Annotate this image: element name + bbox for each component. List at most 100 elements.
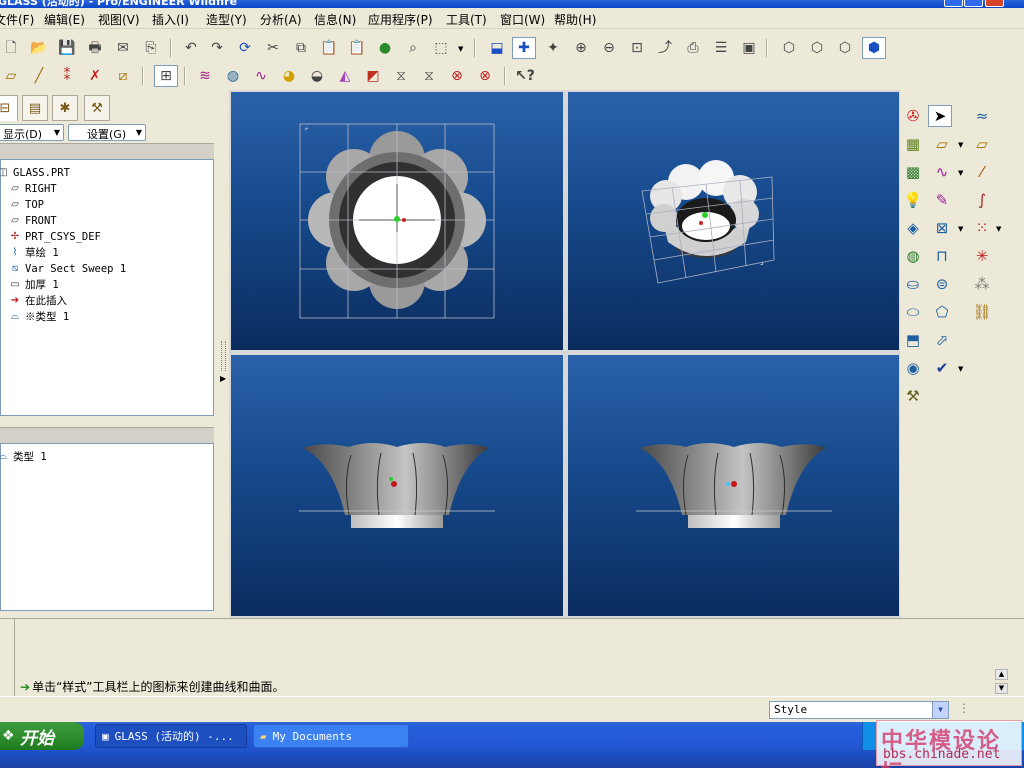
scroll-down-button[interactable]: ▼ — [995, 683, 1008, 694]
panel-splitter[interactable]: ▶ — [219, 91, 229, 614]
draft-icon[interactable]: ◒ — [306, 66, 328, 86]
layers-icon[interactable]: ☰ — [710, 38, 732, 58]
save-icon[interactable]: 💾 — [56, 38, 78, 58]
minimize-button[interactable] — [944, 0, 963, 7]
viewport-front[interactable] — [231, 355, 563, 616]
tree-item-datum-front[interactable]: ▱ FRONT — [7, 213, 56, 228]
tree-item-datum-right[interactable]: ▱ RIGHT — [7, 181, 56, 196]
select-dropdown-icon[interactable]: ▼ — [458, 45, 463, 53]
delete-analysis-icon[interactable]: ⧖ — [418, 66, 440, 86]
menu-analysis[interactable]: 分析(A) — [260, 11, 302, 28]
new-file-icon[interactable]: 🗋 — [0, 38, 22, 58]
curve-from-surface-icon[interactable]: ⬒ — [901, 329, 925, 351]
tree-item-insert-here[interactable]: ➔ 在此插入 — [7, 293, 67, 308]
taskbar-item-my-documents[interactable]: ▰ My Documents — [253, 724, 409, 748]
tree-item-style-type[interactable]: ⌓ 类型 1 — [0, 449, 47, 464]
scroll-up-button[interactable]: ▲ — [995, 669, 1008, 680]
tab-connections[interactable]: ⚒ — [84, 95, 110, 121]
shell-icon[interactable]: ⬠ — [930, 301, 954, 323]
menu-help[interactable]: 帮助(H) — [554, 11, 596, 28]
style-tools-icon[interactable]: ≈ — [970, 105, 994, 127]
points-icon[interactable]: ⁙ — [970, 217, 994, 239]
tab-folder-browser[interactable]: ▤ — [22, 95, 48, 121]
chain-icon[interactable]: ⛓ — [970, 301, 994, 323]
datum-axis-toggle-icon[interactable]: ✚ — [512, 37, 536, 59]
reflection-icon[interactable]: ∿ — [250, 66, 272, 86]
open-icon[interactable]: 📂 — [28, 38, 50, 58]
viewport-top[interactable]: ⌜ — [231, 92, 563, 350]
internal-plane-icon[interactable]: ▱ — [930, 133, 954, 155]
no-hidden-icon[interactable]: ⬡ — [834, 38, 856, 58]
menu-info[interactable]: 信息(N) — [314, 11, 356, 28]
paste-icon[interactable]: 📋 — [318, 38, 340, 58]
display-menu-button[interactable]: 显示(D) ▼ — [0, 124, 64, 141]
copy-icon[interactable]: ⧉ — [290, 38, 312, 58]
menu-window[interactable]: 窗口(W) — [500, 11, 545, 28]
curve-dropdown-icon[interactable]: ∿ — [930, 161, 954, 183]
offset-points-icon[interactable]: ⁂ — [970, 273, 994, 295]
tree-item-thicken[interactable]: ▭ 加厚 1 — [7, 277, 58, 292]
maximize-button[interactable] — [964, 0, 983, 7]
ok-check-icon[interactable]: ✔ — [930, 357, 954, 379]
appearance-icon[interactable]: ✇ — [901, 105, 925, 127]
check-dropdown-icon[interactable]: ▼ — [958, 365, 963, 373]
deviation-icon[interactable]: ◩ — [362, 66, 384, 86]
zoom-in-icon[interactable]: ⊕ — [570, 38, 592, 58]
curvature-icon[interactable]: ≋ — [194, 66, 216, 86]
binoculars-icon[interactable]: ⌕ — [402, 38, 424, 58]
cut-icon[interactable]: ✂ — [262, 38, 284, 58]
chevron-down-icon[interactable]: ▼ — [932, 702, 948, 718]
loft-icon[interactable]: ⊜ — [930, 273, 954, 295]
style-csys-icon[interactable]: ✗ — [84, 66, 106, 86]
select-arrow-icon[interactable]: ➤ — [928, 105, 952, 127]
refit-icon[interactable]: ⬓ — [486, 38, 508, 58]
tab-model-tree[interactable]: ⊟ — [0, 95, 18, 121]
view-manager-icon[interactable]: ▣ — [738, 38, 760, 58]
split-icon[interactable]: ⬭ — [901, 301, 925, 323]
tree-item-datum-top[interactable]: ▱ TOP — [7, 197, 44, 212]
fit-icon[interactable]: ⊡ — [626, 38, 648, 58]
menu-view[interactable]: 视图(V) — [98, 11, 140, 28]
style-plane-icon[interactable]: ⧄ — [112, 66, 134, 86]
print-icon[interactable]: 🖶 — [84, 38, 106, 58]
regenerate-icon[interactable]: ⟳ — [234, 38, 256, 58]
style-sketch-icon[interactable]: ▱ — [0, 66, 22, 86]
chevron-right-icon[interactable]: ▶ — [220, 374, 226, 383]
hidden-line-icon[interactable]: ⬡ — [806, 38, 828, 58]
points-dropdown-icon[interactable]: ▼ — [996, 225, 1001, 233]
plane-dropdown-icon[interactable]: ▼ — [958, 141, 963, 149]
copy-curve-icon[interactable]: ⬀ — [930, 329, 954, 351]
undo-icon[interactable]: ↶ — [180, 38, 202, 58]
set-active-plane-icon[interactable]: ▦ — [901, 133, 925, 155]
measure-icon[interactable]: ⚒ — [901, 385, 925, 407]
cut-copy-icon[interactable]: ⎘ — [140, 38, 162, 58]
section-icon[interactable]: ◍ — [222, 66, 244, 86]
style-datum-icon[interactable]: ╱ — [28, 66, 50, 86]
remove-analysis-icon[interactable]: ⊗ — [474, 66, 496, 86]
boundary-surface-icon[interactable]: ⊓ — [930, 245, 954, 267]
reorient-icon[interactable]: ⤴ — [654, 38, 676, 58]
menu-edit[interactable]: 编辑(E) — [44, 11, 85, 28]
point-light-icon[interactable]: 💡 — [901, 189, 925, 211]
menu-file[interactable]: 文件(F) — [0, 11, 34, 28]
settings-menu-button[interactable]: 设置(G) ▼ — [68, 124, 146, 141]
menu-tools[interactable]: 工具(T) — [446, 11, 487, 28]
tree-item-style-feature[interactable]: ⌓ ※类型 1 — [7, 309, 69, 324]
wireframe-icon[interactable]: ⬡ — [778, 38, 800, 58]
start-button[interactable]: ❖ 开始 — [0, 722, 84, 750]
viewport-isometric[interactable]: ⌟ — [568, 92, 899, 350]
zoom-out-icon[interactable]: ⊖ — [598, 38, 620, 58]
surface-icon[interactable]: ◈ — [901, 217, 925, 239]
menu-insert[interactable]: 插入(I) — [152, 11, 189, 28]
tree-item-sketch[interactable]: ⌇ 草绘 1 — [7, 245, 59, 260]
whats-this-icon[interactable]: ↖? — [514, 66, 536, 86]
redo-icon[interactable]: ↷ — [206, 38, 228, 58]
spin-center-icon[interactable]: ✦ — [542, 38, 564, 58]
view-display-icon[interactable]: ⊞ — [154, 65, 178, 87]
tree-item-csys[interactable]: ✢ PRT_CSYS_DEF — [7, 229, 101, 244]
offset-icon[interactable]: ⧖ — [390, 66, 412, 86]
tab-favorites[interactable]: ✱ — [52, 95, 78, 121]
free-curve-icon[interactable]: ∫ — [970, 189, 994, 211]
tree-item-part[interactable]: ◫ GLASS.PRT — [0, 165, 70, 180]
send-icon[interactable]: ✉ — [112, 38, 134, 58]
